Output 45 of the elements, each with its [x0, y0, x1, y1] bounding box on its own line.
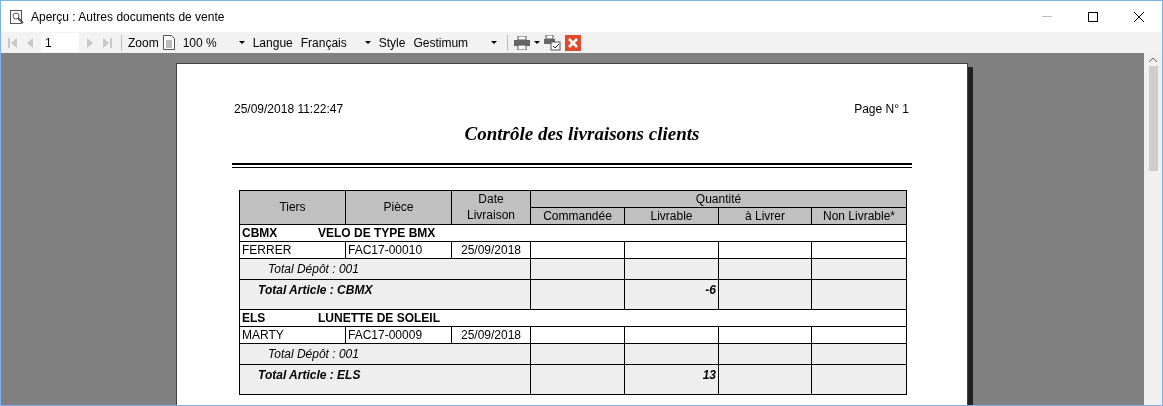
report-datetime: 25/09/2018 11:22:47: [234, 101, 344, 118]
column-header: Date Livraison: [451, 190, 531, 224]
table-cell: FAC17-00009: [345, 326, 452, 343]
article-code: CBMX: [242, 224, 279, 241]
window-title: Aperçu : Autres documents de vente: [31, 8, 225, 26]
page-icon: [162, 35, 175, 50]
table-cell: FERRER: [239, 241, 346, 258]
page-number: Page N° 1: [854, 101, 909, 118]
caret-icon: [491, 41, 498, 44]
article-total-label: Total Article : CBMX: [258, 282, 373, 297]
close-icon[interactable]: [565, 34, 582, 51]
caret-icon: [364, 41, 371, 44]
report-title: Contrôle des livraisons clients: [464, 123, 700, 144]
minimize-icon: [1042, 16, 1052, 17]
column-header: Quantité: [530, 190, 907, 207]
page-number-field[interactable]: 1: [41, 33, 79, 52]
article-name: LUNETTE DE SOLEIL: [318, 310, 440, 325]
article-total-label: Total Article : ELS: [258, 367, 361, 382]
table-cell: 25/09/2018: [451, 326, 531, 343]
maximize-icon: [1088, 11, 1098, 22]
vertical-scrollbar[interactable]: [1144, 53, 1162, 405]
deliverable-total: -6: [705, 282, 716, 297]
print-setup-icon[interactable]: [544, 34, 562, 51]
caret-icon: [534, 41, 541, 44]
column-header: Tiers: [239, 190, 346, 224]
scrollbar-thumb[interactable]: [1148, 66, 1158, 171]
zoom-label: Zoom: [128, 34, 159, 52]
scroll-up-icon[interactable]: [1149, 57, 1157, 62]
depot-total-label: Total Dépôt : 001: [268, 261, 359, 276]
table-cell: 25/09/2018: [451, 241, 531, 258]
deliverable-total: 13: [702, 367, 716, 382]
article-name: VELO DE TYPE BMX: [318, 225, 436, 240]
printer-icon[interactable]: [514, 35, 531, 50]
language-label: Langue: [252, 34, 293, 52]
table-cell: MARTY: [239, 326, 346, 343]
style-label: Style: [378, 34, 406, 52]
depot-total-label: Total Dépôt : 001: [268, 346, 359, 361]
caret-icon: [238, 41, 245, 44]
preview-icon: [9, 8, 25, 25]
column-header: Pièce: [345, 190, 452, 224]
first-page-icon[interactable]: [5, 35, 19, 50]
last-page-icon[interactable]: [101, 35, 115, 50]
close-icon: [1134, 11, 1144, 22]
article-code: ELS: [242, 309, 267, 326]
table-cell: FAC17-00010: [345, 241, 452, 258]
